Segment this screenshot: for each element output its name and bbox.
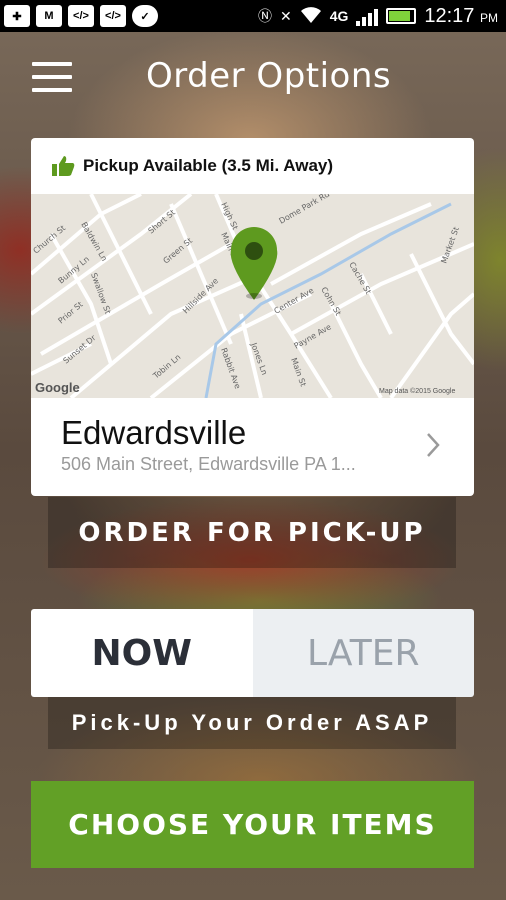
now-option[interactable]: NOW: [31, 609, 253, 697]
availability-text: Pickup Available (3.5 Mi. Away): [83, 156, 334, 175]
wifi-icon: [300, 6, 322, 27]
code-icon: </>: [100, 5, 126, 27]
clock: 12:17 PM: [424, 5, 498, 28]
location-card[interactable]: Pickup Available (3.5 Mi. Away) Baldwin …: [31, 138, 474, 496]
hamburger-icon[interactable]: [32, 62, 72, 92]
location-address: 506 Main Street, Edwardsville PA 1...: [61, 454, 356, 474]
chevron-right-icon[interactable]: [420, 430, 446, 460]
clock-time: 12:17: [424, 4, 475, 27]
app-header: Order Options: [0, 32, 506, 124]
later-option[interactable]: LATER: [252, 609, 474, 697]
choose-your-items-button[interactable]: CHOOSE YOUR ITEMS: [31, 781, 474, 868]
code-icon: </>: [68, 5, 94, 27]
google-logo: Google: [35, 380, 80, 395]
order-for-pickup-button[interactable]: ORDER FOR PICK-UP: [48, 497, 456, 568]
network-label: 4G: [329, 8, 349, 24]
gmail-icon: M: [36, 5, 62, 27]
thumbs-up-icon: [52, 156, 75, 176]
timing-note: Pick-Up Your Order ASAP: [48, 697, 456, 749]
nfc-icon: Ⓝ: [257, 8, 272, 24]
map-attribution: Map data ©2015 Google: [379, 387, 455, 395]
chat-icon: ✓: [132, 5, 158, 27]
plus-icon: ✚: [4, 5, 30, 27]
availability-row: Pickup Available (3.5 Mi. Away): [31, 138, 474, 194]
time-toggle: NOW LATER: [31, 609, 474, 697]
signal-icon: [356, 6, 379, 26]
clock-ampm: PM: [480, 10, 498, 25]
page-title: Order Options: [146, 56, 392, 96]
location-map[interactable]: Baldwin Ln Church St Bunny Ln Swallow St…: [31, 194, 474, 398]
battery-icon: [386, 8, 417, 24]
mute-icon: ✕: [279, 7, 292, 24]
location-name: Edwardsville: [61, 414, 247, 451]
status-bar: ✚ M </> </> ✓ Ⓝ ✕ 4G 12:17 PM: [0, 0, 506, 32]
